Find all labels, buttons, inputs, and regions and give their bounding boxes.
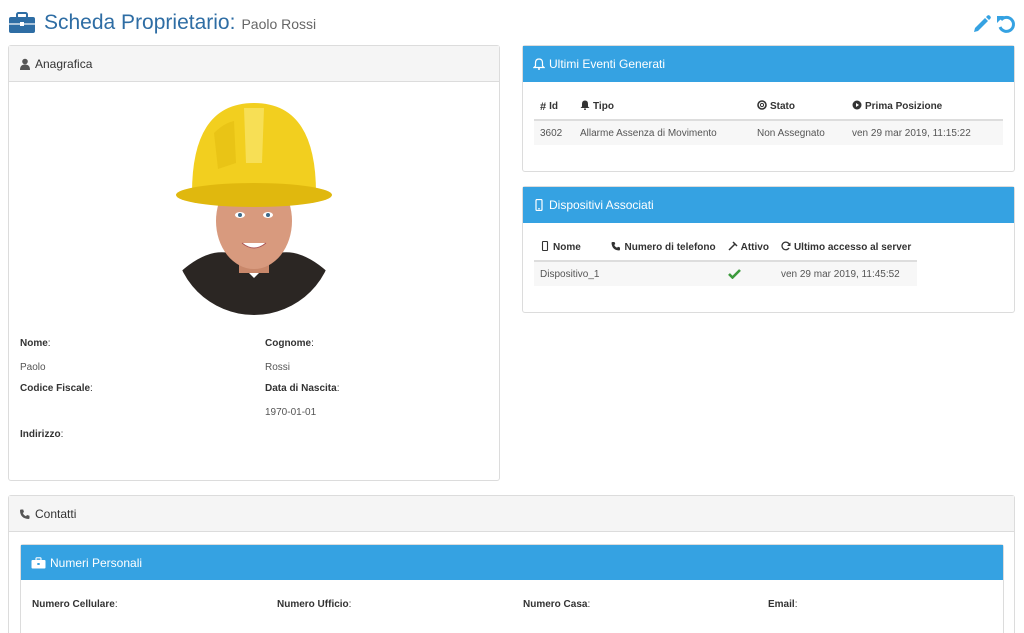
mobile-icon	[535, 199, 543, 211]
life-ring-icon	[757, 100, 767, 110]
mobile-icon	[541, 241, 549, 251]
col-id[interactable]: # Id	[534, 93, 574, 121]
col-nome[interactable]: Nome	[534, 234, 606, 262]
numeri-personali-panel: Numeri Personali Numero Cellulare: Numer…	[20, 544, 1004, 633]
indirizzo-label: Indirizzo:	[20, 429, 64, 440]
eventi-panel-header: Ultimi Eventi Generati	[523, 46, 1014, 82]
evento-prima-posizione: ven 29 mar 2019, 11:15:22	[846, 120, 1003, 145]
refresh-icon	[781, 241, 791, 251]
col-prima-posizione[interactable]: Prima Posizione	[846, 93, 1003, 121]
table-row[interactable]: 3602 Allarme Assenza di Movimento Non As…	[534, 120, 1003, 145]
dispositivi-table: Nome Numero di telefono Attivo Ultimo ac…	[534, 234, 918, 286]
dispositivo-attivo	[721, 261, 775, 286]
contatti-panel: Contatti Numeri Personali Numero Cellula…	[8, 495, 1015, 633]
nome-label: Nome:	[20, 338, 51, 349]
dispositivi-panel-header: Dispositivi Associati	[523, 187, 1014, 223]
numero-ufficio-label: Numero Ufficio:	[277, 599, 352, 610]
contatti-heading: Contatti	[35, 506, 77, 521]
numero-casa-label: Numero Casa:	[523, 599, 591, 610]
play-circle-icon	[852, 100, 862, 110]
contatti-panel-header: Contatti	[9, 496, 1014, 532]
dispositivi-heading: Dispositivi Associati	[549, 198, 654, 212]
page-title: Scheda Proprietario: Paolo Rossi	[44, 11, 316, 35]
col-telefono[interactable]: Numero di telefono	[605, 234, 722, 262]
bell-icon	[533, 58, 545, 70]
owner-name: Paolo Rossi	[241, 16, 317, 32]
numeri-personali-header: Numeri Personali	[21, 545, 1003, 580]
col-stato[interactable]: Stato	[751, 93, 846, 121]
page-title-label: Scheda Proprietario:	[44, 11, 236, 34]
anagrafica-panel: Anagrafica Nome: Paolo Cognome: Rossi Co…	[8, 45, 500, 481]
anagrafica-panel-header: Anagrafica	[9, 46, 499, 82]
hash-icon: #	[540, 100, 547, 113]
cognome-label: Cognome:	[265, 338, 314, 349]
page-header: Scheda Proprietario: Paolo Rossi	[8, 8, 1016, 40]
user-icon	[20, 58, 30, 70]
dispositivo-ultimo-accesso: ven 29 mar 2019, 11:45:52	[774, 261, 918, 286]
eventi-table: # Id Tipo Stato Prima Posizione 3602 Alla…	[534, 93, 1003, 145]
pencil-icon[interactable]	[972, 14, 992, 34]
dispositivi-panel: Dispositivi Associati Nome Numero di tel…	[522, 186, 1015, 313]
briefcase-icon	[31, 556, 46, 568]
dispositivo-telefono	[605, 261, 722, 286]
plug-icon	[728, 241, 738, 251]
numero-cellulare-label: Numero Cellulare:	[32, 599, 118, 610]
evento-id-link[interactable]: 3602	[534, 120, 574, 145]
col-attivo[interactable]: Attivo	[721, 234, 775, 262]
bell-icon	[580, 100, 590, 110]
evento-tipo: Allarme Assenza di Movimento	[574, 120, 751, 145]
undo-icon[interactable]	[996, 14, 1016, 34]
avatar	[174, 103, 334, 315]
dispositivi-header-row: Nome Numero di telefono Attivo Ultimo ac…	[534, 234, 918, 262]
phone-icon	[20, 509, 30, 519]
evento-stato: Non Assegnato	[751, 120, 846, 145]
dispositivo-nome: Dispositivo_1	[534, 261, 606, 286]
nome-value: Paolo	[20, 362, 46, 373]
table-row[interactable]: Dispositivo_1 ven 29 mar 2019, 11:45:52	[534, 261, 918, 286]
data-nascita-label: Data di Nascita:	[265, 383, 340, 394]
eventi-header-row: # Id Tipo Stato Prima Posizione	[534, 93, 1003, 121]
numeri-personali-heading: Numeri Personali	[50, 555, 143, 570]
cognome-value: Rossi	[265, 362, 291, 373]
col-ultimo-accesso[interactable]: Ultimo accesso al server	[774, 234, 918, 262]
eventi-heading: Ultimi Eventi Generati	[549, 57, 666, 71]
col-tipo[interactable]: Tipo	[574, 93, 751, 121]
codice-fiscale-label: Codice Fiscale:	[20, 383, 93, 394]
email-label: Email:	[768, 599, 798, 610]
anagrafica-heading: Anagrafica	[35, 56, 93, 71]
briefcase-icon	[9, 12, 35, 33]
phone-icon	[611, 242, 621, 251]
check-icon	[727, 269, 741, 280]
eventi-panel: Ultimi Eventi Generati # Id Tipo Stato Pr…	[522, 45, 1015, 172]
data-nascita-value: 1970-01-01	[265, 407, 317, 418]
